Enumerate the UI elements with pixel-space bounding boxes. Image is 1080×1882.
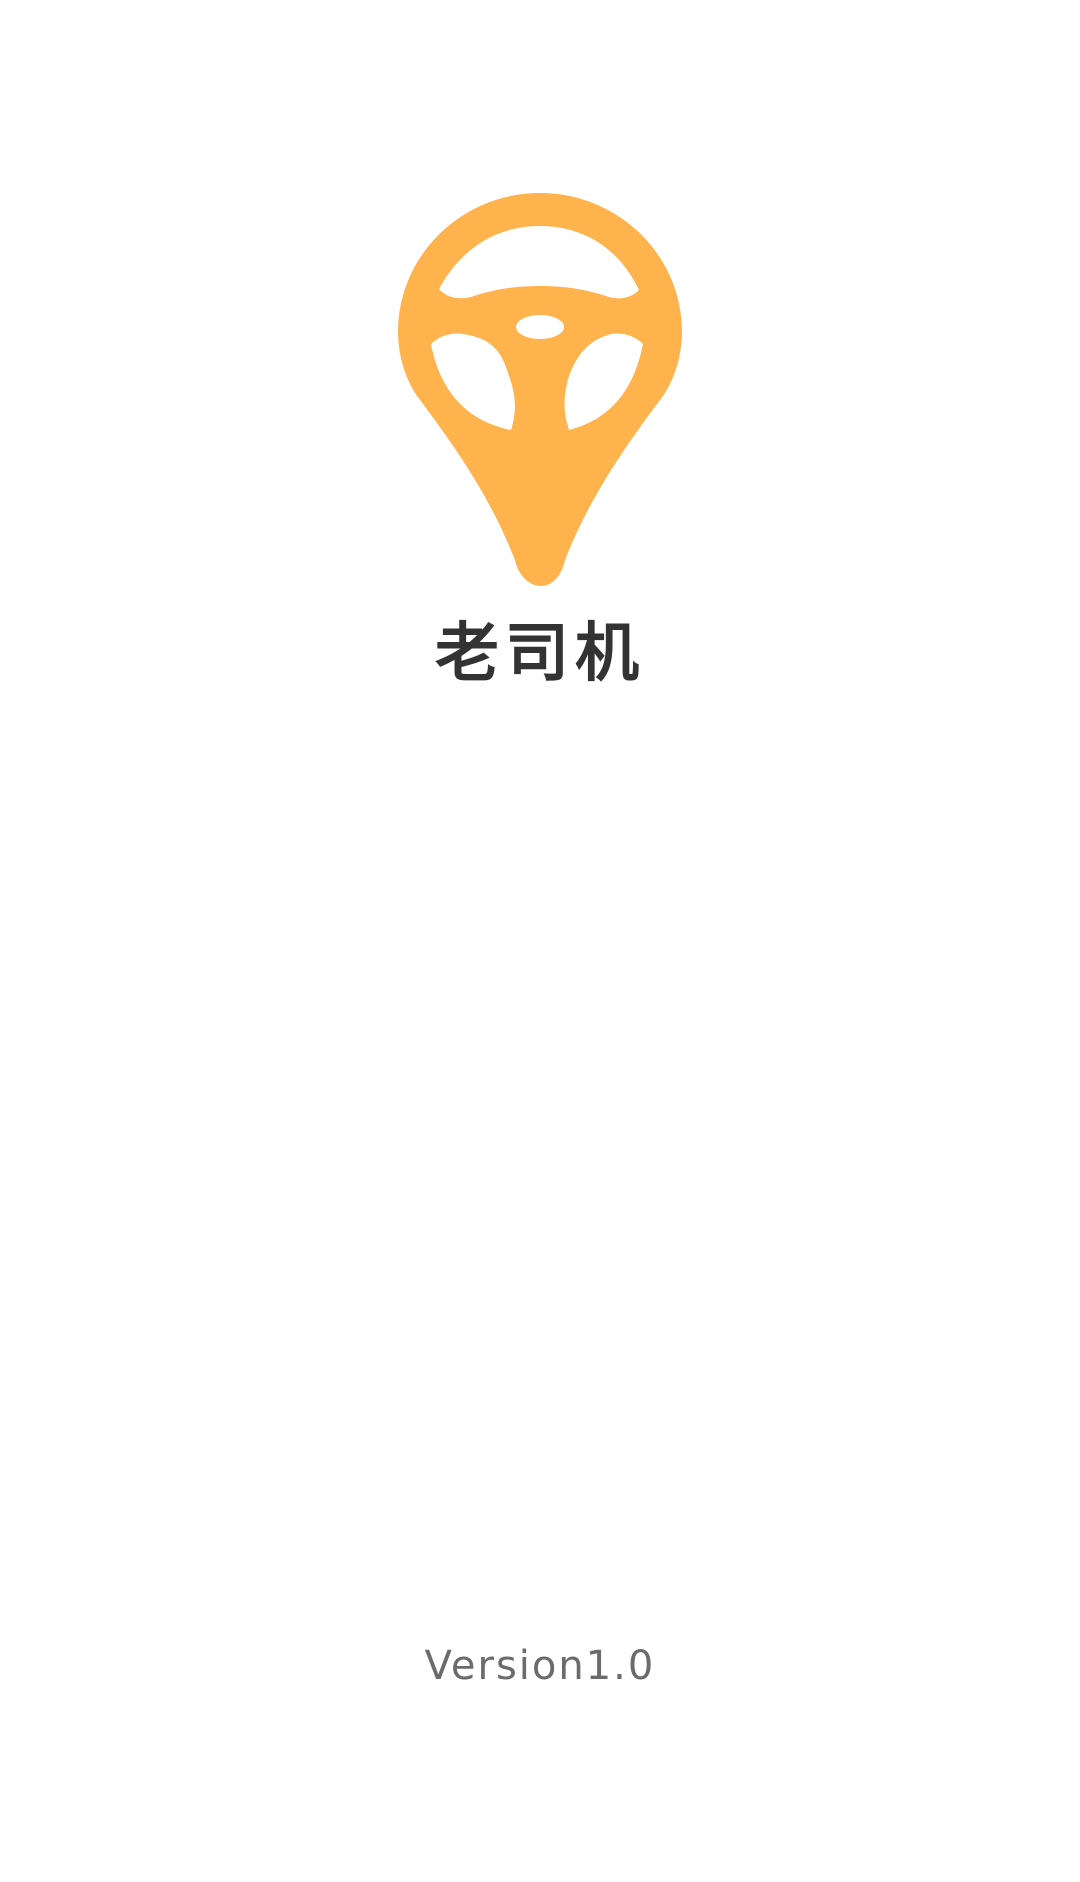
steering-wheel-pin-icon (395, 190, 685, 590)
app-name: 老司机 (435, 617, 645, 691)
splash-screen: 老司机 Version1.0 (0, 0, 1080, 1882)
version-label: Version1.0 (424, 1643, 656, 1689)
